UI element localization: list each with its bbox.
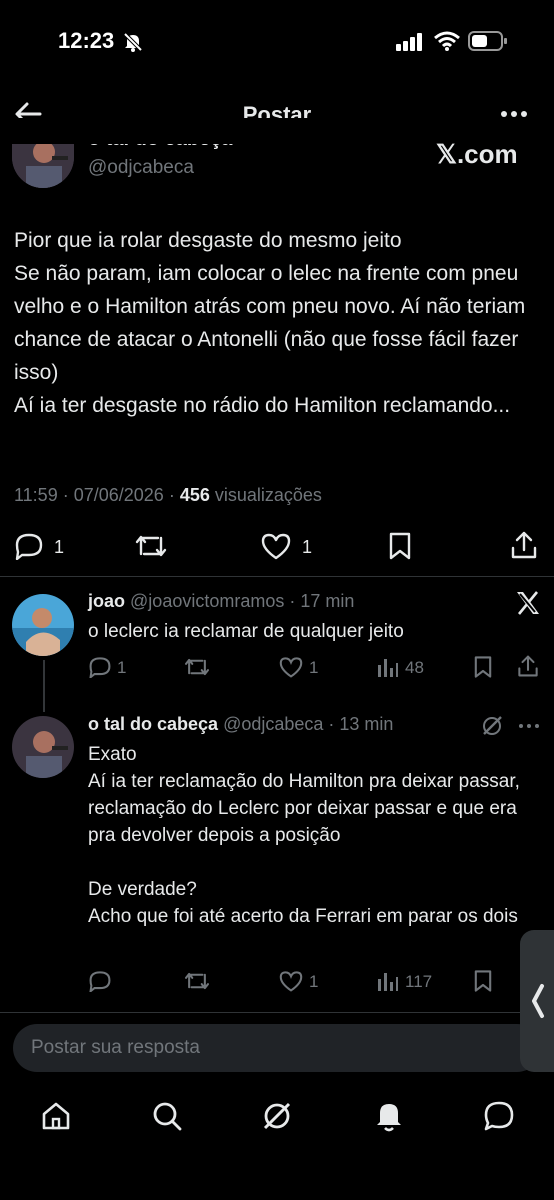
wifi-icon — [434, 31, 460, 51]
search-icon[interactable] — [151, 1100, 183, 1132]
bookmark-icon[interactable] — [473, 969, 493, 993]
battery-icon — [468, 30, 508, 52]
x-logo-icon — [515, 591, 541, 615]
views-chart-icon[interactable] — [377, 970, 399, 992]
like-heart-icon[interactable] — [278, 656, 304, 678]
bookmark-icon[interactable] — [473, 655, 493, 679]
divider — [0, 576, 554, 577]
reply-header: o tal do cabeça @odjcabeca · 13 min — [88, 714, 394, 734]
reply-icon[interactable] — [88, 970, 112, 992]
home-icon[interactable] — [40, 1100, 72, 1132]
author-handle[interactable]: @odjcabeca — [88, 157, 194, 179]
like-count: 1 — [302, 537, 313, 557]
views-count: 456 — [179, 485, 210, 505]
views-chart-icon[interactable] — [377, 656, 399, 678]
post-text: Pior que ia rolar desgaste do mesmo jeit… — [14, 229, 526, 417]
post-date: 07/06/2026 — [73, 485, 164, 505]
reply-text: o leclerc ia reclamar de qualquer jeito — [88, 621, 404, 642]
messages-icon[interactable] — [483, 1100, 515, 1132]
reply-text: Exato Aí ia ter reclamação do Hamilton p… — [88, 744, 520, 927]
post-time: 11:59 — [14, 485, 58, 505]
reply-age: 13 min — [339, 714, 394, 734]
thread-connector — [43, 660, 45, 712]
reply-author-handle[interactable]: @odjcabeca — [223, 714, 323, 734]
reply-icon[interactable] — [88, 656, 112, 678]
author-avatar-lower — [12, 144, 74, 188]
status-time: 12:23 — [58, 28, 115, 53]
share-icon[interactable] — [510, 530, 538, 560]
reply-author-name[interactable]: o tal do cabeça — [88, 714, 218, 734]
views-label: visualizações — [214, 485, 322, 505]
grok-icon[interactable] — [261, 1100, 293, 1132]
x-com-watermark: 𝕏.com — [436, 139, 518, 169]
bookmark-icon[interactable] — [388, 531, 412, 561]
reply-header: joao @joaovictomramos · 17 min — [88, 591, 355, 611]
like-count: 1 — [309, 658, 319, 677]
bell-muted-icon — [122, 31, 144, 53]
post-meta: 11:59 · 07/06/2026 · 456 visualizações — [14, 485, 322, 505]
repost-icon[interactable] — [183, 656, 211, 678]
divider — [0, 1012, 554, 1013]
like-count: 1 — [309, 972, 319, 991]
reply-author-handle[interactable]: @joaovictomramos — [130, 591, 284, 611]
reply-input[interactable]: Postar sua resposta — [13, 1024, 541, 1072]
cellular-signal-icon — [396, 33, 424, 51]
reply-count: 1 — [54, 537, 65, 557]
more-options-icon[interactable] — [518, 723, 540, 729]
views-count: 48 — [405, 658, 424, 677]
reply-avatar[interactable] — [12, 716, 74, 778]
reply-author-name[interactable]: joao — [88, 591, 125, 611]
reply-avatar[interactable] — [12, 594, 74, 656]
views-count: 117 — [405, 972, 433, 991]
like-heart-icon[interactable] — [260, 532, 292, 560]
notifications-bell-icon[interactable] — [373, 1099, 405, 1133]
like-heart-icon[interactable] — [278, 970, 304, 992]
side-panel-handle[interactable] — [520, 930, 554, 1072]
reply-count: 1 — [117, 658, 127, 677]
reply-age: 17 min — [300, 591, 355, 611]
reply-icon[interactable] — [14, 532, 44, 560]
grok-icon[interactable] — [481, 715, 503, 737]
repost-icon[interactable] — [183, 970, 211, 992]
share-icon[interactable] — [517, 654, 539, 678]
repost-icon[interactable] — [134, 532, 168, 560]
